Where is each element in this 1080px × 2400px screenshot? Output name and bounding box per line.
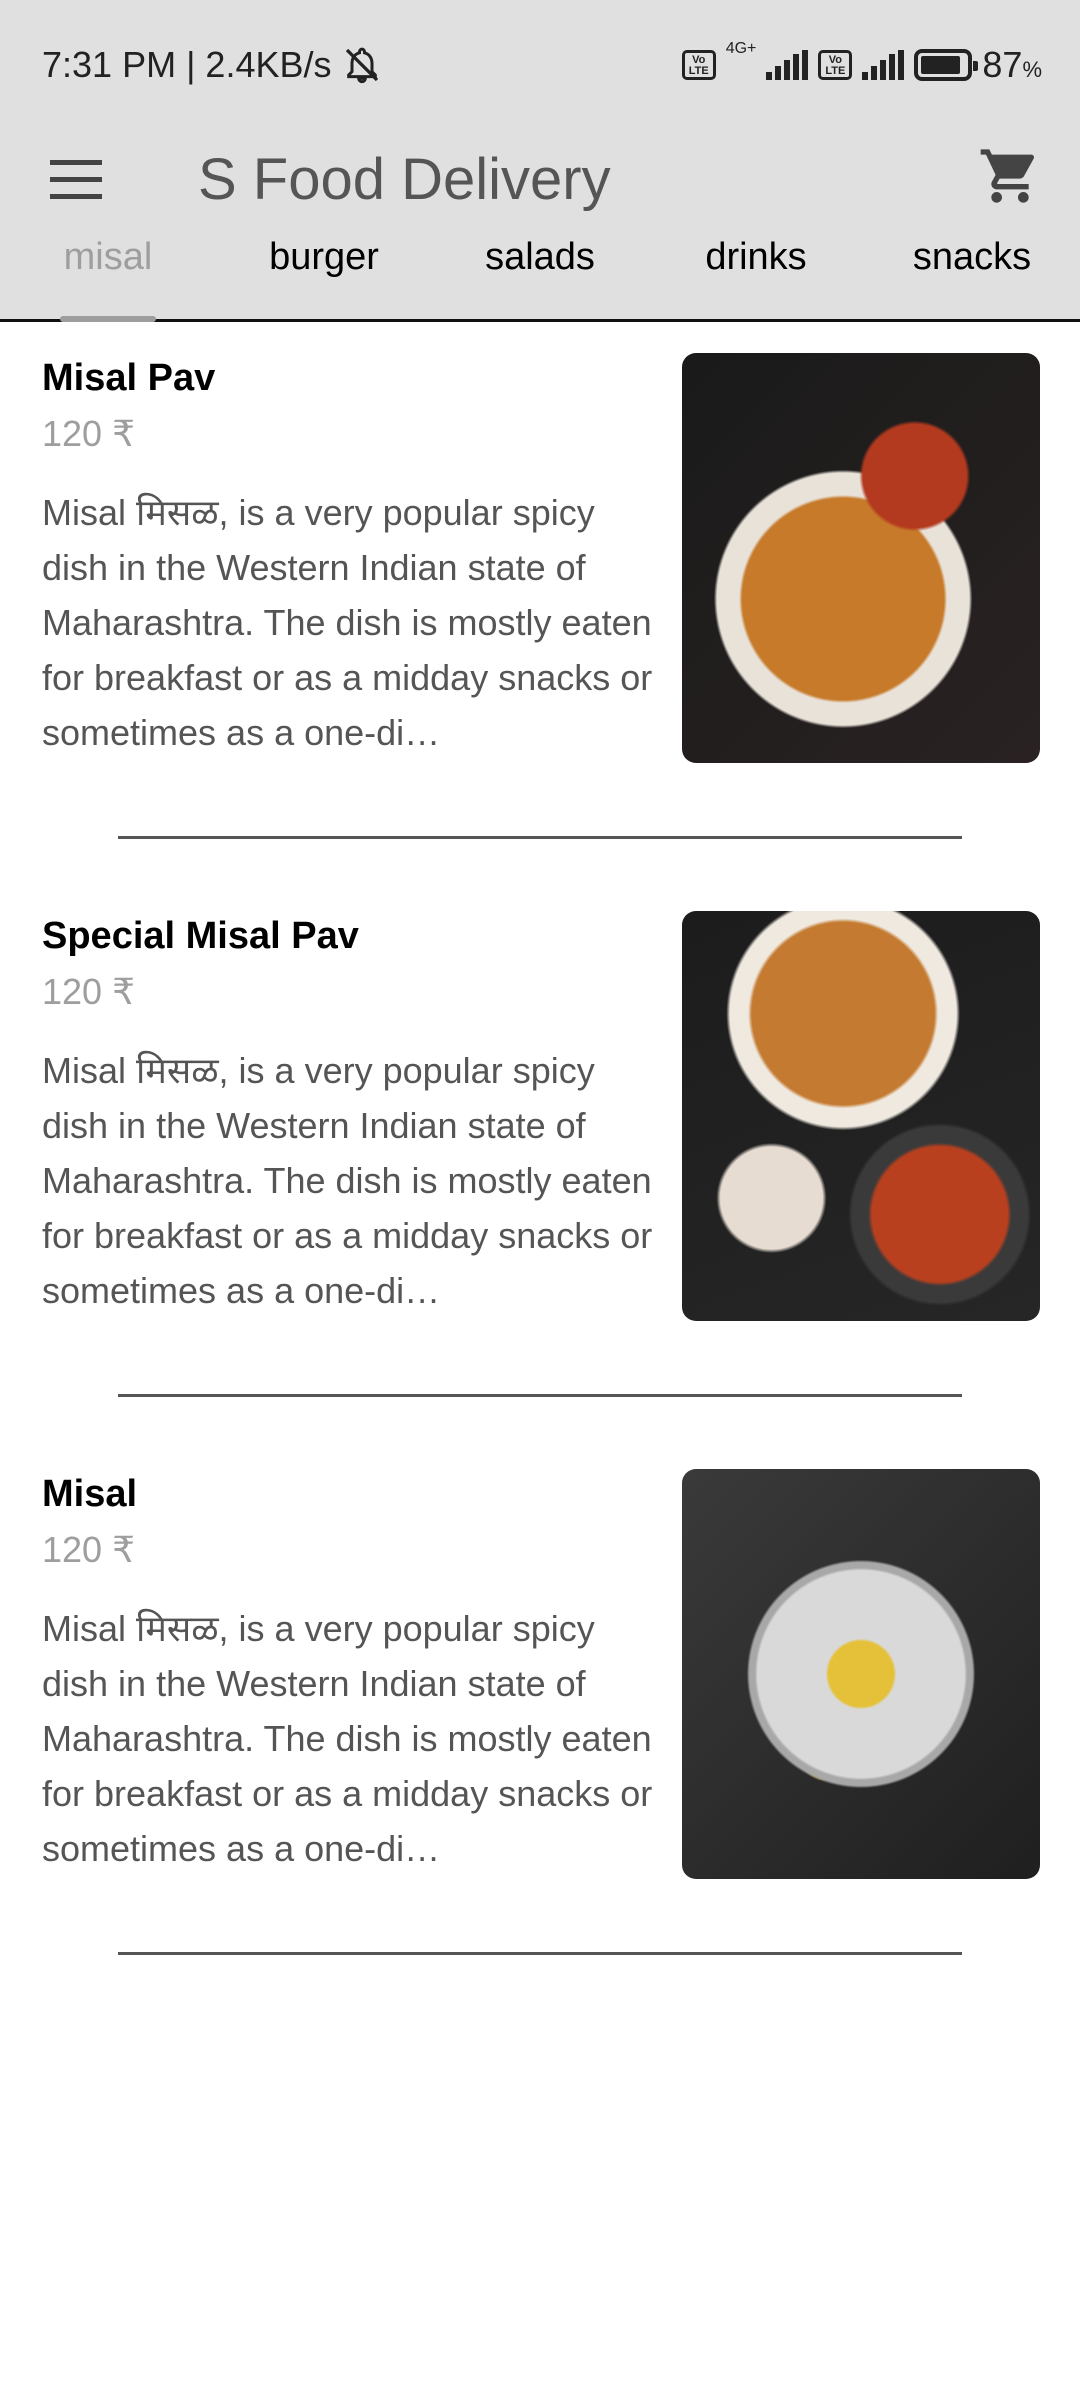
status-bar: 7:31 PM | 2.4KB/s Vo LTE 4G+ Vo LTE 87% — [0, 0, 1080, 130]
tab-salads[interactable]: salads — [432, 230, 648, 322]
tab-misal[interactable]: misal — [0, 230, 216, 322]
food-image-special-misal-pav — [682, 911, 1040, 1321]
status-left: 7:31 PM | 2.4KB/s — [42, 44, 382, 86]
battery-level — [921, 56, 960, 74]
item-price: 120 ₹ — [42, 1529, 135, 1570]
app-header: 7:31 PM | 2.4KB/s VoLTE 4G+ VoLTE 87% — [0, 0, 1080, 322]
item-description: Misal मिसळ, is a very popular spicy dish… — [42, 1608, 653, 1869]
hamburger-menu-icon[interactable] — [50, 160, 102, 200]
divider — [118, 1952, 962, 1955]
list-item[interactable]: Misal Pav 120 ₹ Misal मिसळ, is a very po… — [0, 325, 1080, 883]
app-title: S Food Delivery — [198, 147, 611, 212]
category-tabs: misal burger salads drinks snacks — [0, 230, 1080, 322]
tab-snacks[interactable]: snacks — [864, 230, 1080, 322]
item-title: Misal Pav — [42, 357, 216, 399]
item-title: Special Misal Pav — [42, 915, 359, 957]
app-toolbar: S Food Delivery — [0, 130, 1080, 230]
food-image-misal — [682, 1469, 1040, 1879]
shopping-cart-icon[interactable] — [978, 144, 1042, 208]
item-description: Misal मिसळ, is a very popular spicy dish… — [42, 492, 653, 753]
divider — [118, 1394, 962, 1397]
battery-icon — [914, 49, 979, 81]
status-time-speed: 7:31 PM | 2.4KB/s — [42, 44, 332, 85]
network-type: 4G+ — [725, 40, 757, 57]
divider — [118, 836, 962, 839]
item-title: Misal — [42, 1473, 138, 1515]
signal-strength-icon-1 — [766, 50, 809, 80]
signal-strength-icon-2 — [862, 50, 905, 80]
list-item[interactable]: Special Misal Pav 120 ₹ Misal मिसळ, is a… — [0, 883, 1080, 1441]
list-item[interactable]: Misal 120 ₹ Misal मिसळ, is a very popula… — [0, 1441, 1080, 1999]
food-list: Misal Pav 120 ₹ Misal मिसळ, is a very po… — [0, 325, 1080, 1999]
volte-icon-2: Vo LTE — [818, 50, 853, 80]
bell-off-icon — [345, 47, 378, 84]
battery-percent: 87% — [982, 44, 1042, 85]
item-description: Misal मिसळ, is a very popular spicy dish… — [42, 1050, 653, 1311]
item-price: 120 ₹ — [42, 971, 135, 1012]
item-price: 120 ₹ — [42, 413, 135, 454]
food-image-misal-pav — [682, 353, 1040, 763]
status-right: Vo LTE 4G+ Vo LTE 87% — [681, 40, 1042, 86]
tab-burger[interactable]: burger — [216, 230, 432, 322]
tab-drinks[interactable]: drinks — [648, 230, 864, 322]
volte-icon: Vo LTE — [681, 50, 716, 80]
